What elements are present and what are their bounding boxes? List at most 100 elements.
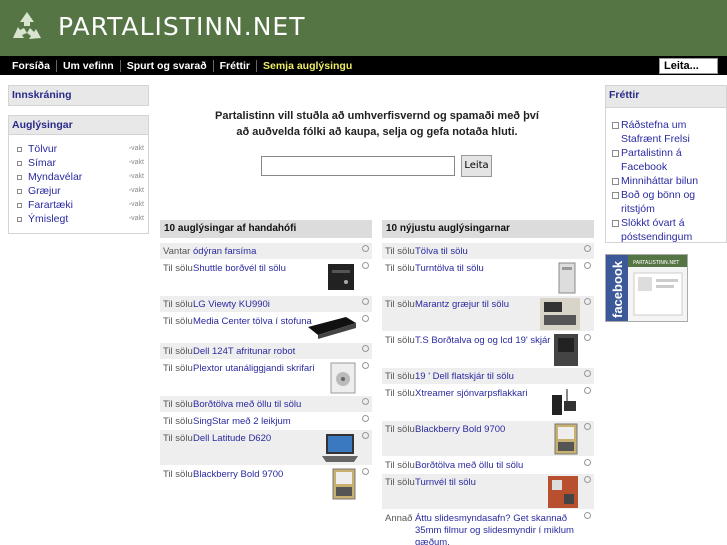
ad-type: Til sölu: [163, 299, 193, 310]
ad-row[interactable]: Til sölu SingStar með 2 leikjum: [160, 413, 372, 430]
nav-semja-auglysingu[interactable]: Semja auglýsingu: [257, 60, 358, 72]
rss-icon[interactable]: ◦vakt: [129, 142, 144, 156]
category-label[interactable]: Farartæki: [28, 199, 73, 211]
ad-title[interactable]: Dell Latitude D620: [193, 433, 333, 445]
category-label[interactable]: Myndavélar: [28, 171, 82, 183]
rss-icon[interactable]: ◦vakt: [129, 184, 144, 198]
ad-row[interactable]: Til sölu Borðtölva með öllu til sölu: [382, 457, 594, 474]
bullet-icon: [17, 189, 22, 194]
ad-title[interactable]: ódýran farsíma: [193, 246, 333, 258]
ad-row[interactable]: Til sölu Marantz græjur til sölu: [382, 296, 594, 332]
ad-row[interactable]: Vantar ódýran farsíma: [160, 243, 372, 260]
product-thumbnail[interactable]: [540, 298, 580, 330]
ad-row[interactable]: Til sölu Turnvél til sölu: [382, 474, 594, 510]
ad-title[interactable]: Turnvél til sölu: [415, 477, 555, 489]
ad-title[interactable]: Shuttle borðvél til sölu: [193, 263, 333, 275]
product-thumbnail[interactable]: [554, 423, 578, 455]
ad-row[interactable]: Til sölu Blackberry Bold 9700: [160, 466, 372, 502]
ad-row[interactable]: Til sölu T.S Borðtalva og og lcd 19' skj…: [382, 332, 594, 368]
ad-type: Til sölu: [163, 433, 193, 444]
category-label[interactable]: Græjur: [28, 185, 61, 197]
news-item[interactable]: Partalistinn á Facebook: [612, 146, 726, 174]
bullet-icon: [17, 175, 22, 180]
category-label[interactable]: Tölvur: [28, 143, 57, 155]
search-input[interactable]: [261, 156, 455, 176]
ad-row[interactable]: Til sölu Turntölva til sölu: [382, 260, 594, 296]
product-thumbnail[interactable]: [326, 262, 356, 292]
category-item[interactable]: Ýmislegt ◦vakt: [17, 212, 148, 226]
news-item[interactable]: Minniháttar bilun: [612, 174, 726, 188]
ad-title[interactable]: SingStar með 2 leikjum: [193, 416, 333, 428]
ad-row[interactable]: Til sölu Plextor utanáliggjandi skrifari: [160, 360, 372, 396]
site-header: PARTALISTINN.NET: [0, 0, 727, 56]
product-thumbnail[interactable]: [556, 262, 578, 294]
category-item[interactable]: Græjur ◦vakt: [17, 184, 148, 198]
ad-title[interactable]: Marantz græjur til sölu: [415, 299, 555, 311]
nav-um-vefinn[interactable]: Um vefinn: [57, 59, 121, 72]
ad-title[interactable]: Tölva til sölu: [415, 246, 555, 258]
newest-ads-list: 10 nýjustu auglýsingarnar Til sölu Tölva…: [382, 220, 594, 545]
ad-row[interactable]: Til sölu Blackberry Bold 9700: [382, 421, 594, 457]
product-thumbnail[interactable]: [332, 468, 356, 500]
ad-row[interactable]: Til sölu Tölva til sölu: [382, 243, 594, 260]
rss-icon[interactable]: ◦vakt: [129, 156, 144, 170]
nav-search-input[interactable]: Leita...: [659, 58, 718, 74]
category-item[interactable]: Myndavélar ◦vakt: [17, 170, 148, 184]
product-thumbnail[interactable]: [330, 362, 356, 394]
ad-title[interactable]: T.S Borðtalva og og lcd 19' skjár: [415, 335, 555, 347]
news-item[interactable]: Boð og bönn og ritstjóm: [612, 188, 726, 216]
rss-icon[interactable]: ◦vakt: [129, 212, 144, 226]
ad-row[interactable]: Til sölu Xtreamer sjónvarpsflakkari: [382, 385, 594, 421]
ad-title[interactable]: LG Viewty KU990i: [193, 299, 333, 311]
ad-row[interactable]: Til sölu Dell Latitude D620: [160, 430, 372, 466]
ad-title[interactable]: Xtreamer sjónvarpsflakkari: [415, 388, 555, 400]
ad-title[interactable]: Borðtölva með öllu til sölu: [193, 399, 333, 411]
facebook-banner[interactable]: PARTALISTINN.NET facebook: [605, 254, 688, 322]
clock-icon: [584, 512, 591, 519]
ad-title[interactable]: Borðtölva með öllu til sölu: [415, 460, 555, 472]
product-thumbnail[interactable]: [548, 476, 578, 508]
ad-row[interactable]: Til sölu Media Center tölva í stofuna: [160, 313, 372, 343]
login-box[interactable]: Innskráning: [8, 85, 149, 106]
nav-forsida[interactable]: Forsíða: [6, 59, 57, 72]
ad-type: Til sölu: [385, 246, 415, 257]
category-item[interactable]: Símar ◦vakt: [17, 156, 148, 170]
recycle-icon[interactable]: [9, 10, 45, 46]
facebook-site: PARTALISTINN.NET: [633, 260, 680, 266]
rss-icon[interactable]: ◦vakt: [129, 170, 144, 184]
ad-title[interactable]: Turntölva til sölu: [415, 263, 555, 275]
ad-row[interactable]: Til sölu Borðtölva með öllu til sölu: [160, 396, 372, 413]
news-item[interactable]: Ráðstefna um Stafrænt Frelsi: [612, 118, 726, 146]
product-thumbnail[interactable]: [322, 432, 358, 464]
category-item[interactable]: Farartæki ◦vakt: [17, 198, 148, 212]
site-title[interactable]: PARTALISTINN.NET: [58, 12, 306, 41]
ad-title[interactable]: Plextor utanáliggjandi skrifari: [193, 363, 333, 375]
ad-title[interactable]: 19 ' Dell flatskjár til sölu: [415, 371, 555, 383]
login-title[interactable]: Innskráning: [12, 89, 72, 101]
ad-title[interactable]: Blackberry Bold 9700: [193, 469, 333, 481]
ad-title[interactable]: Dell 124T afritunar robot: [193, 346, 333, 358]
category-item[interactable]: Tölvur ◦vakt: [17, 142, 148, 156]
search-button[interactable]: Leita: [461, 155, 492, 177]
ad-type: Til sölu: [385, 388, 415, 399]
nav-spurt-og-svarad[interactable]: Spurt og svarað: [121, 59, 214, 72]
product-thumbnail[interactable]: [548, 387, 578, 419]
ad-row[interactable]: Til sölu LG Viewty KU990i: [160, 296, 372, 313]
category-label[interactable]: Ýmislegt: [28, 213, 68, 225]
ad-title[interactable]: Blackberry Bold 9700: [415, 424, 555, 436]
product-thumbnail[interactable]: [554, 334, 578, 366]
news-item[interactable]: Slökkt óvart á póstsendingum: [612, 216, 726, 244]
rss-icon[interactable]: ◦vakt: [129, 198, 144, 212]
clock-icon: [584, 387, 591, 394]
ad-row[interactable]: Annað Áttu slidesmyndasafn? Get skannað …: [382, 510, 594, 545]
ad-row[interactable]: Til sölu 19 ' Dell flatskjár til sölu: [382, 368, 594, 385]
clock-icon: [584, 476, 591, 483]
ad-title[interactable]: Áttu slidesmyndasafn? Get skannað 35mm f…: [415, 513, 585, 545]
ad-row[interactable]: Til sölu Shuttle borðvél til sölu: [160, 260, 372, 296]
category-label[interactable]: Símar: [28, 157, 56, 169]
product-thumbnail[interactable]: [306, 315, 358, 339]
ad-type: Til sölu: [385, 335, 415, 346]
nav-frettir[interactable]: Fréttir: [214, 59, 257, 72]
clock-icon: [362, 298, 369, 305]
ad-row[interactable]: Til sölu Dell 124T afritunar robot: [160, 343, 372, 360]
